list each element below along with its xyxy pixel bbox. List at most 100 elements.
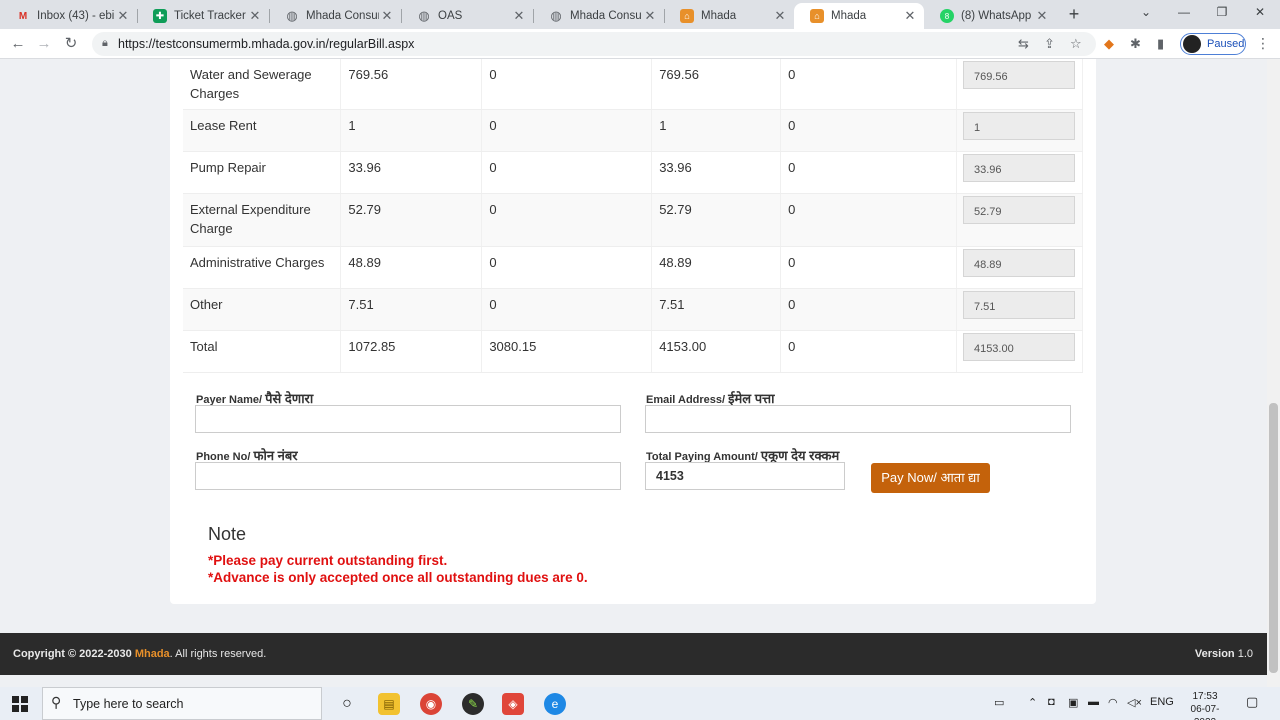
reload-icon[interactable]: ↻: [61, 34, 81, 54]
close-icon[interactable]: ✕: [1034, 8, 1050, 24]
volume-muted-icon[interactable]: ◁×: [1127, 696, 1142, 709]
taskbar-clock[interactable]: 17:53 06-07-2022: [1180, 690, 1230, 720]
browser-tab-title: Mhada: [831, 10, 867, 22]
amount-cell: 0: [481, 246, 653, 289]
browser-tab[interactable]: ◍ OAS ✕: [401, 3, 533, 29]
minimize-icon[interactable]: —: [1175, 5, 1193, 19]
browser-tab-title: Ticket Tracker - G: [174, 10, 247, 22]
page-footer: Copyright © 2022-2030 Mhada. All rights …: [0, 633, 1267, 675]
charge-head-cell: Total: [183, 330, 342, 373]
browser-tab[interactable]: ✚ Ticket Tracker - G ✕: [137, 3, 269, 29]
charge-head-cell: Pump Repair: [183, 151, 342, 194]
share-icon[interactable]: ⇪: [1044, 36, 1055, 52]
browser-tab[interactable]: ◍ Mhada Consumer ✕: [533, 3, 664, 29]
paying-amount-field[interactable]: 1: [962, 112, 1075, 140]
chevron-up-icon[interactable]: ⌃: [1028, 696, 1037, 709]
close-icon[interactable]: ✕: [115, 8, 131, 24]
browser-tab-title: (8) WhatsApp: [961, 10, 1032, 22]
amount-input-cell: 33.96: [956, 151, 1084, 194]
close-icon[interactable]: ✕: [642, 8, 658, 24]
gmail-icon: M: [18, 10, 28, 22]
browser-tab-title: Inbox (43) - ebilli: [37, 10, 115, 22]
bookmark-star-icon[interactable]: ☆: [1070, 36, 1082, 52]
email-field[interactable]: [645, 405, 1071, 433]
amount-cell: 52.79: [340, 193, 483, 247]
paying-amount-field[interactable]: 52.79: [962, 196, 1075, 224]
battery-icon[interactable]: ▬: [1088, 696, 1099, 708]
browser-tab[interactable]: ⌂ Mhada ✕: [664, 3, 794, 29]
paying-amount-field[interactable]: 48.89: [962, 249, 1075, 277]
amount-cell: 0: [780, 246, 957, 289]
browser-tab-active[interactable]: ⌂ Mhada ✕: [794, 3, 924, 29]
file-explorer-icon[interactable]: ▤: [378, 693, 400, 715]
browser-tab[interactable]: 8 (8) WhatsApp ✕: [924, 3, 1056, 29]
forward-arrow-icon[interactable]: →: [34, 34, 54, 54]
cortana-icon[interactable]: ○: [336, 693, 358, 715]
phone-field[interactable]: [195, 462, 621, 490]
new-tab-button[interactable]: +: [1064, 4, 1084, 24]
close-icon[interactable]: ✕: [247, 8, 263, 24]
close-icon[interactable]: ✕: [511, 8, 527, 24]
lock-icon: 🔒︎: [102, 37, 108, 49]
amount-input-cell: 48.89: [956, 246, 1084, 289]
meet-now-icon[interactable]: ◘: [1048, 696, 1055, 708]
kebab-menu-icon[interactable]: ⋮: [1256, 35, 1270, 52]
notifications-icon[interactable]: ▢: [1246, 694, 1258, 710]
amount-cell: 7.51: [340, 288, 483, 331]
table-row: External Expenditure Charge 52.79 0 52.79 0 5…: [183, 193, 1084, 247]
profile-button[interactable]: Paused: [1180, 33, 1246, 55]
restore-icon[interactable]: ❐: [1213, 5, 1231, 19]
metamask-extension-icon[interactable]: ◆: [1104, 36, 1114, 52]
chrome-icon[interactable]: ◉: [420, 693, 442, 715]
bill-table: Water and Sewerage Charges 769.56 0 769.56 0…: [183, 59, 1084, 373]
windows-start-icon[interactable]: [12, 696, 28, 712]
paying-amount-field[interactable]: 7.51: [962, 291, 1075, 319]
keyboard-icon[interactable]: ▭: [994, 696, 1004, 709]
note-line: *Advance is only accepted once all outst…: [208, 570, 588, 585]
browser-tab[interactable]: M Inbox (43) - ebilli ✕: [0, 3, 137, 29]
total-paying-amount-field[interactable]: 4153: [645, 462, 845, 490]
table-row: Total 1072.85 3080.15 4153.00 0 4153.00: [183, 330, 1084, 373]
amount-input-cell: 52.79: [956, 193, 1084, 247]
back-arrow-icon[interactable]: ←: [8, 34, 28, 54]
amount-cell: 0: [481, 109, 653, 152]
amount-cell: 0: [481, 59, 653, 110]
amount-cell: 0: [780, 288, 957, 331]
table-row: Administrative Charges 48.89 0 48.89 0 48.89: [183, 246, 1084, 289]
close-icon[interactable]: ✕: [772, 8, 788, 24]
close-icon[interactable]: ✕: [902, 8, 918, 24]
paying-amount-field[interactable]: 33.96: [962, 154, 1075, 182]
amount-cell: 48.89: [651, 246, 782, 289]
footer-brand-link[interactable]: Mhada: [135, 648, 170, 660]
browser-tab[interactable]: ◍ Mhada Consumer ✕: [269, 3, 401, 29]
scrollbar-thumb[interactable]: [1269, 403, 1278, 673]
notification-app-icon[interactable]: ▣: [1068, 696, 1078, 709]
close-window-icon[interactable]: ✕: [1251, 5, 1269, 19]
amount-cell: 769.56: [651, 59, 782, 110]
tab-search-chevron-icon[interactable]: ⌄: [1137, 5, 1155, 19]
address-bar[interactable]: 🔒︎ https://testconsumermb.mhada.gov.in/r…: [92, 32, 1096, 56]
address-url[interactable]: https://testconsumermb.mhada.gov.in/regu…: [118, 37, 414, 51]
amount-cell: 0: [780, 193, 957, 247]
page-scrollbar[interactable]: [1267, 59, 1280, 687]
clock-time: 17:53: [1192, 691, 1218, 702]
payer-name-field[interactable]: [195, 405, 621, 433]
amount-input-cell: 7.51: [956, 288, 1084, 331]
paying-amount-field[interactable]: 769.56: [962, 61, 1075, 89]
anydesk-icon[interactable]: ◈: [502, 693, 524, 715]
pay-now-button[interactable]: Pay Now/ आता द्या: [871, 463, 990, 493]
language-indicator[interactable]: ENG: [1150, 696, 1174, 708]
app-icon[interactable]: ✎: [462, 693, 484, 715]
side-panel-icon[interactable]: ▮: [1157, 36, 1164, 52]
paying-amount-field[interactable]: 4153.00: [962, 333, 1075, 361]
edge-icon[interactable]: e: [544, 693, 566, 715]
amount-cell: 7.51: [651, 288, 782, 331]
taskbar-search-box[interactable]: ⚲ Type here to search: [42, 687, 322, 720]
browser-tab-title: Mhada Consumer: [570, 10, 642, 22]
translate-icon[interactable]: ⇆: [1018, 36, 1029, 52]
close-icon[interactable]: ✕: [379, 8, 395, 24]
wifi-icon[interactable]: ◠: [1108, 696, 1118, 709]
amount-cell: 1: [651, 109, 782, 152]
extensions-puzzle-icon[interactable]: ✱: [1130, 36, 1141, 52]
amount-input-cell: 4153.00: [956, 330, 1084, 373]
